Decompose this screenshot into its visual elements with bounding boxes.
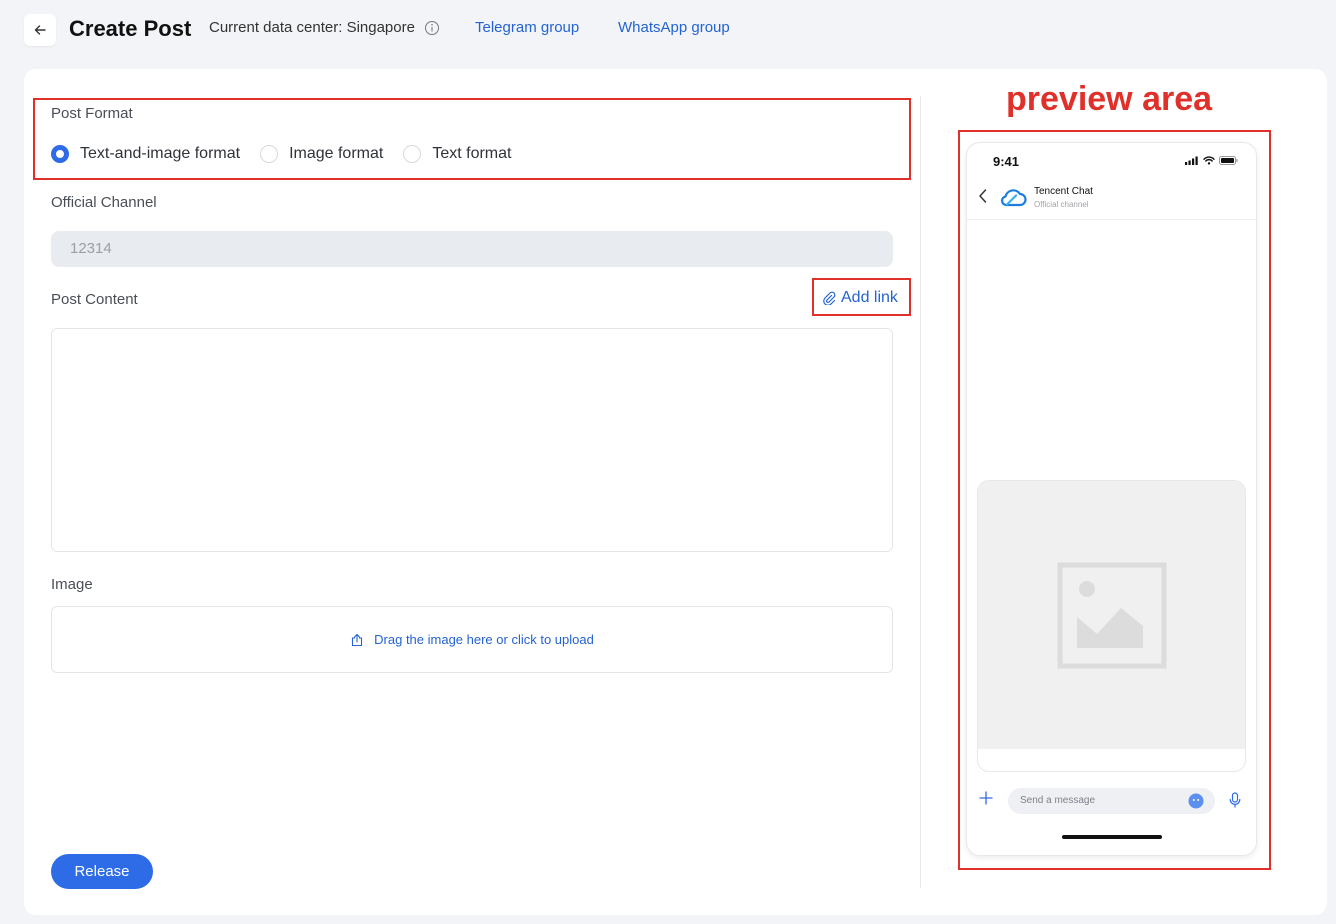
preview-area-highlight — [958, 130, 1271, 870]
info-icon[interactable] — [424, 20, 440, 36]
image-upload-dropzone[interactable]: Drag the image here or click to upload — [51, 606, 893, 673]
telegram-group-link[interactable]: Telegram group — [475, 19, 579, 36]
upload-text: Drag the image here or click to upload — [374, 632, 594, 647]
vertical-divider — [920, 96, 921, 888]
official-channel-input[interactable]: 12314 — [51, 231, 893, 267]
page-title: Create Post — [69, 16, 192, 41]
post-content-textarea[interactable] — [51, 328, 893, 552]
preview-area-label: preview area — [1006, 80, 1213, 118]
image-label: Image — [51, 576, 93, 593]
add-link-highlight — [812, 278, 911, 316]
upload-icon — [352, 633, 363, 646]
whatsapp-group-link[interactable]: WhatsApp group — [618, 19, 730, 36]
data-center-label: Current data center: Singapore — [209, 19, 415, 36]
release-button[interactable]: Release — [51, 854, 153, 889]
post-content-label: Post Content — [51, 291, 138, 308]
back-button[interactable] — [24, 14, 56, 46]
official-channel-label: Official Channel — [51, 194, 157, 211]
back-arrow-icon — [34, 25, 46, 35]
top-bar: Create Post Current data center: Singapo… — [0, 0, 1336, 60]
post-format-highlight — [33, 98, 911, 180]
